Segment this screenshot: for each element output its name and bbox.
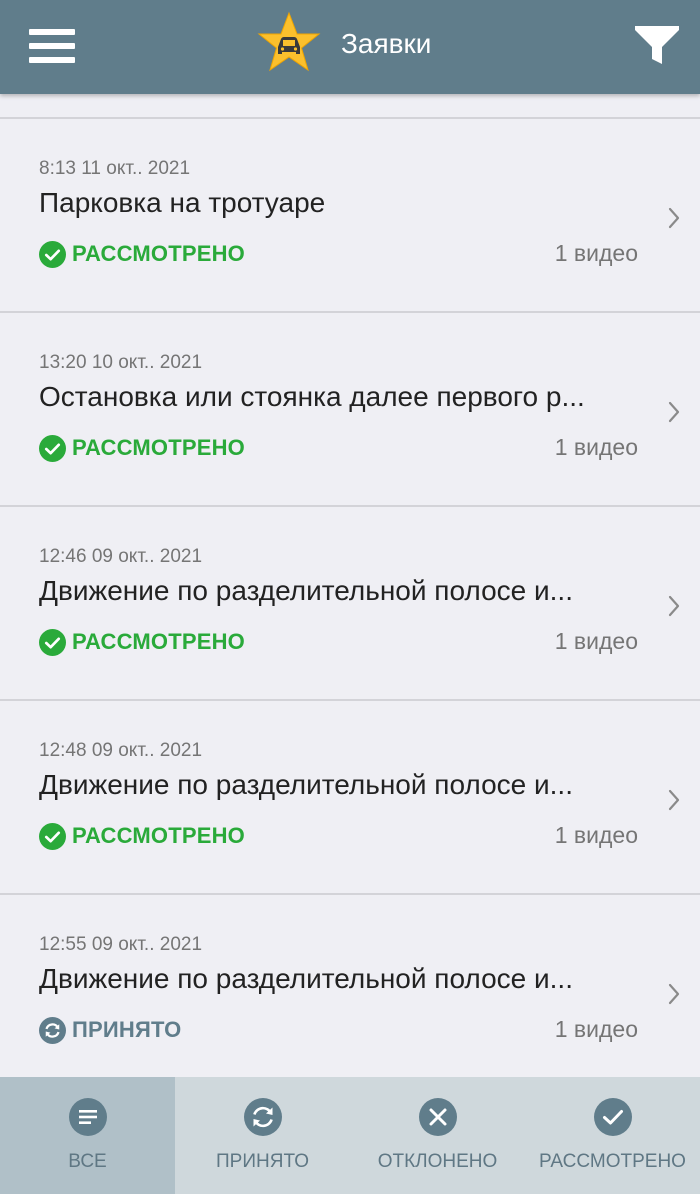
status-badge: РАССМОТРЕНО bbox=[39, 627, 245, 657]
request-time: 13:20 10 окт.. 2021 bbox=[39, 352, 203, 373]
filter-funnel-icon[interactable] bbox=[632, 22, 682, 68]
status-badge: ПРИНЯТО bbox=[39, 1015, 181, 1045]
tab-rejected[interactable]: ОТКЛОНЕНО bbox=[350, 1077, 525, 1194]
list-top-divider bbox=[0, 94, 700, 119]
status-label: РАССМОТРЕНО bbox=[72, 435, 245, 460]
status-badge: РАССМОТРЕНО bbox=[39, 433, 245, 463]
cancel-icon bbox=[418, 1098, 457, 1136]
chevron-right-icon bbox=[668, 983, 680, 1005]
list-icon bbox=[68, 1098, 107, 1136]
status-label: РАССМОТРЕНО bbox=[72, 241, 245, 266]
request-card[interactable]: 12:46 09 окт.. 2021 Движение по разделите… bbox=[0, 507, 700, 701]
chevron-right-icon bbox=[668, 401, 680, 423]
request-card[interactable]: 12:48 09 окт.. 2021 Движение по разделите… bbox=[0, 701, 700, 895]
tab-label: ПРИНЯТО bbox=[216, 1151, 309, 1172]
request-title: Движение по разделительной полосе и... bbox=[39, 575, 573, 606]
status-label: ПРИНЯТО bbox=[72, 1017, 182, 1042]
tab-accepted[interactable]: ПРИНЯТО bbox=[175, 1077, 350, 1194]
request-title: Движение по разделительной полосе и... bbox=[39, 963, 573, 994]
video-count: 1 видео bbox=[554, 628, 638, 654]
request-title: Остановка или стоянка далее первого р... bbox=[39, 381, 585, 412]
check-circle-icon bbox=[39, 822, 66, 850]
refresh-icon bbox=[243, 1098, 282, 1136]
video-count: 1 видео bbox=[554, 822, 638, 848]
check-circle-icon bbox=[39, 628, 66, 656]
request-time: 12:48 09 окт.. 2021 bbox=[39, 740, 203, 761]
request-card[interactable]: 13:20 10 окт.. 2021 Остановка или стоянка… bbox=[0, 313, 700, 507]
tab-label: ВСЕ bbox=[68, 1151, 107, 1172]
refresh-icon bbox=[39, 1016, 66, 1044]
request-time: 8:13 11 окт.. 2021 bbox=[39, 158, 191, 179]
request-time: 12:46 09 окт.. 2021 bbox=[39, 546, 203, 567]
request-card[interactable]: 8:13 11 окт.. 2021 Парковка на тротуаре РА… bbox=[0, 119, 700, 313]
menu-button[interactable] bbox=[24, 26, 80, 66]
tab-reviewed[interactable]: РАССМОТРЕНО bbox=[525, 1077, 700, 1194]
tab-all[interactable]: ВСЕ bbox=[0, 1077, 175, 1194]
star-car-logo-icon bbox=[257, 11, 321, 72]
tab-label: ОТКЛОНЕНО bbox=[377, 1151, 498, 1172]
request-card[interactable]: 12:55 09 окт.. 2021 Движение по разделите… bbox=[0, 895, 700, 1077]
request-time: 12:55 09 окт.. 2021 bbox=[39, 934, 203, 955]
status-badge: РАССМОТРЕНО bbox=[39, 239, 245, 269]
request-title: Движение по разделительной полосе и... bbox=[39, 769, 573, 800]
video-count: 1 видео bbox=[554, 240, 638, 266]
page-title: Заявки bbox=[341, 28, 432, 59]
check-circle-icon bbox=[39, 240, 66, 268]
app-bar: Заявки bbox=[0, 0, 700, 94]
video-count: 1 видео bbox=[554, 434, 638, 460]
status-label: РАССМОТРЕНО bbox=[72, 823, 245, 848]
bottom-tab-bar: ВСЕ ПРИНЯТО ОТКЛОНЕНО РАССМОТРЕНО bbox=[0, 1077, 700, 1194]
request-list: 8:13 11 окт.. 2021 Парковка на тротуаре РА… bbox=[0, 94, 700, 1077]
check-circle-icon bbox=[39, 434, 66, 462]
status-badge: РАССМОТРЕНО bbox=[39, 821, 245, 851]
request-title: Парковка на тротуаре bbox=[39, 187, 326, 218]
check-circle-icon bbox=[593, 1098, 632, 1136]
chevron-right-icon bbox=[668, 595, 680, 617]
chevron-right-icon bbox=[668, 789, 680, 811]
chevron-right-icon bbox=[668, 207, 680, 229]
status-label: РАССМОТРЕНО bbox=[72, 629, 245, 654]
video-count: 1 видео bbox=[554, 1016, 638, 1042]
tab-label: РАССМОТРЕНО bbox=[539, 1151, 686, 1172]
